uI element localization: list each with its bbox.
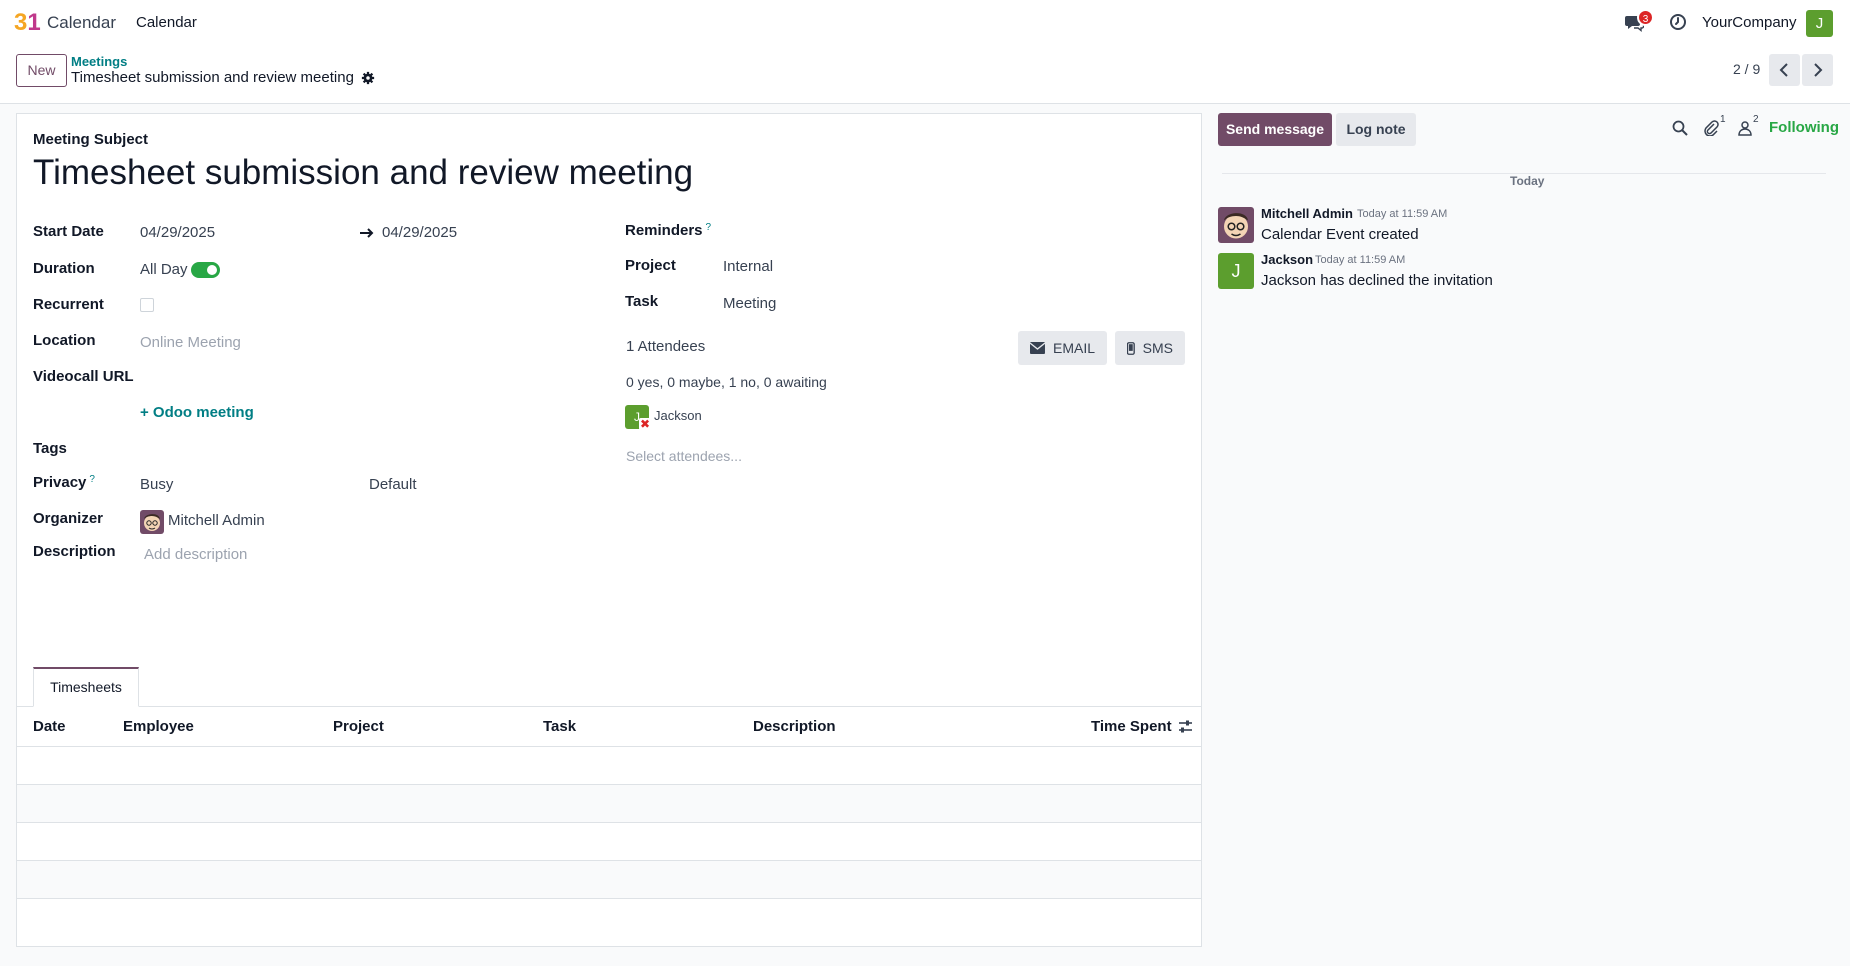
date-separator-label: Today xyxy=(1500,174,1555,188)
start-date-label: Start Date xyxy=(33,223,104,240)
description-input[interactable]: Add description xyxy=(144,546,247,563)
project-label: Project xyxy=(625,257,676,274)
privacy-label: Privacy? xyxy=(33,474,95,491)
organizer-value[interactable]: Mitchell Admin xyxy=(168,512,265,529)
message-author[interactable]: Mitchell Admin xyxy=(1261,206,1353,221)
reminders-label-text: Reminders xyxy=(625,222,703,239)
pager-value[interactable]: 2 / 9 xyxy=(1733,61,1760,77)
breadcrumb-current: Timesheet submission and review meeting xyxy=(71,69,375,86)
gear-icon[interactable] xyxy=(361,71,375,85)
attendee-name[interactable]: Jackson xyxy=(654,408,702,423)
column-task[interactable]: Task xyxy=(543,718,576,735)
sms-button-label: SMS xyxy=(1142,340,1173,356)
attachments-count: 1 xyxy=(1720,114,1726,125)
avatar-image xyxy=(1218,207,1254,243)
chevron-left-icon xyxy=(1779,63,1788,77)
message-timestamp: Today at 11:59 AM xyxy=(1357,208,1448,220)
message-author[interactable]: Jackson xyxy=(1261,252,1313,267)
column-description[interactable]: Description xyxy=(753,718,836,735)
recurrent-checkbox[interactable] xyxy=(140,298,154,312)
log-note-button[interactable]: Log note xyxy=(1336,113,1416,146)
table-row xyxy=(17,747,1201,785)
privacy-label-text: Privacy xyxy=(33,474,87,491)
app-name[interactable]: Calendar xyxy=(47,13,116,33)
attendees-count: 1 Attendees xyxy=(626,338,706,355)
description-label: Description xyxy=(33,543,116,560)
message-body: Jackson has declined the invitation xyxy=(1261,272,1493,289)
form-sheet: Meeting Subject Timesheet submission and… xyxy=(16,113,1202,947)
pager-next-button[interactable] xyxy=(1802,54,1833,86)
new-button[interactable]: New xyxy=(16,54,67,87)
chevron-right-icon xyxy=(1814,63,1823,77)
avatar-image xyxy=(140,510,164,534)
table-row xyxy=(17,861,1201,899)
user-avatar[interactable]: J xyxy=(1806,10,1833,37)
reminders-label: Reminders? xyxy=(625,222,711,239)
timesheets-table-header: Date Employee Project Task Description T… xyxy=(17,707,1201,747)
column-time-spent[interactable]: Time Spent xyxy=(1091,718,1172,735)
paperclip-icon[interactable] xyxy=(1703,120,1719,136)
attendance-summary: 0 yes, 0 maybe, 1 no, 0 awaiting xyxy=(626,374,827,390)
project-input[interactable]: Internal xyxy=(723,258,773,275)
table-row xyxy=(17,899,1201,937)
reminders-help-icon[interactable]: ? xyxy=(706,222,712,233)
column-date[interactable]: Date xyxy=(33,718,66,735)
task-input[interactable]: Meeting xyxy=(723,295,776,312)
videocall-url-label: Videocall URL xyxy=(33,368,134,385)
meeting-title-input[interactable]: Timesheet submission and review meeting xyxy=(33,153,693,193)
top-navbar: 31 Calendar Calendar 3 YourCompany J xyxy=(0,0,1850,46)
organizer-avatar xyxy=(140,510,164,534)
calendar-app-icon[interactable]: 31 xyxy=(14,10,42,36)
message-body: Calendar Event created xyxy=(1261,226,1419,243)
arrow-right-icon xyxy=(360,228,374,238)
message-author-avatar[interactable] xyxy=(1218,207,1254,243)
tab-timesheets[interactable]: Timesheets xyxy=(33,667,139,707)
message-timestamp: Today at 11:59 AM xyxy=(1315,254,1406,266)
email-attendees-button[interactable]: EMAIL xyxy=(1018,331,1107,365)
activity-clock-icon[interactable] xyxy=(1669,13,1687,31)
following-button[interactable]: Following xyxy=(1769,119,1839,136)
table-row xyxy=(17,823,1201,861)
odoo-meeting-button[interactable]: + Odoo meeting xyxy=(140,404,254,421)
search-icon[interactable] xyxy=(1672,120,1688,136)
recurrent-label: Recurrent xyxy=(33,296,104,313)
all-day-toggle[interactable] xyxy=(191,262,220,278)
declined-icon: ✖ xyxy=(639,417,651,431)
breadcrumb-meetings[interactable]: Meetings xyxy=(71,54,127,69)
privacy-help-icon[interactable]: ? xyxy=(89,474,95,485)
duration-label: Duration xyxy=(33,260,95,277)
column-project[interactable]: Project xyxy=(333,718,384,735)
optional-columns-icon[interactable] xyxy=(1178,719,1193,734)
meeting-subject-label: Meeting Subject xyxy=(33,131,149,148)
followers-icon[interactable] xyxy=(1737,120,1753,136)
organizer-label: Organizer xyxy=(33,510,104,527)
followers-count: 2 xyxy=(1753,114,1759,125)
message-author-avatar[interactable]: J xyxy=(1218,253,1254,289)
pager-previous-button[interactable] xyxy=(1769,54,1800,86)
message-count-badge: 3 xyxy=(1637,9,1654,26)
control-panel: New Meetings Timesheet submission and re… xyxy=(0,46,1850,104)
envelope-icon xyxy=(1030,342,1045,354)
start-date-input[interactable]: 04/29/2025 xyxy=(140,224,215,241)
column-employee[interactable]: Employee xyxy=(123,718,194,735)
email-button-label: EMAIL xyxy=(1052,340,1095,356)
privacy-default-select[interactable]: Default xyxy=(369,476,417,493)
breadcrumb-current-label: Timesheet submission and review meeting xyxy=(71,69,354,86)
location-label: Location xyxy=(33,332,96,349)
end-date-input[interactable]: 04/29/2025 xyxy=(382,224,457,241)
send-message-button[interactable]: Send message xyxy=(1218,113,1332,146)
all-day-label: All Day xyxy=(140,261,188,278)
select-attendees-input[interactable]: Select attendees... xyxy=(626,448,742,464)
table-row xyxy=(17,785,1201,823)
mobile-icon xyxy=(1127,341,1135,355)
privacy-select[interactable]: Busy xyxy=(140,476,173,493)
task-label: Task xyxy=(625,293,659,310)
location-input[interactable]: Online Meeting xyxy=(140,334,241,351)
sms-attendees-button[interactable]: SMS xyxy=(1115,331,1185,365)
tags-label: Tags xyxy=(33,440,67,457)
company-switcher[interactable]: YourCompany xyxy=(1702,14,1797,31)
menu-calendar[interactable]: Calendar xyxy=(136,14,197,31)
